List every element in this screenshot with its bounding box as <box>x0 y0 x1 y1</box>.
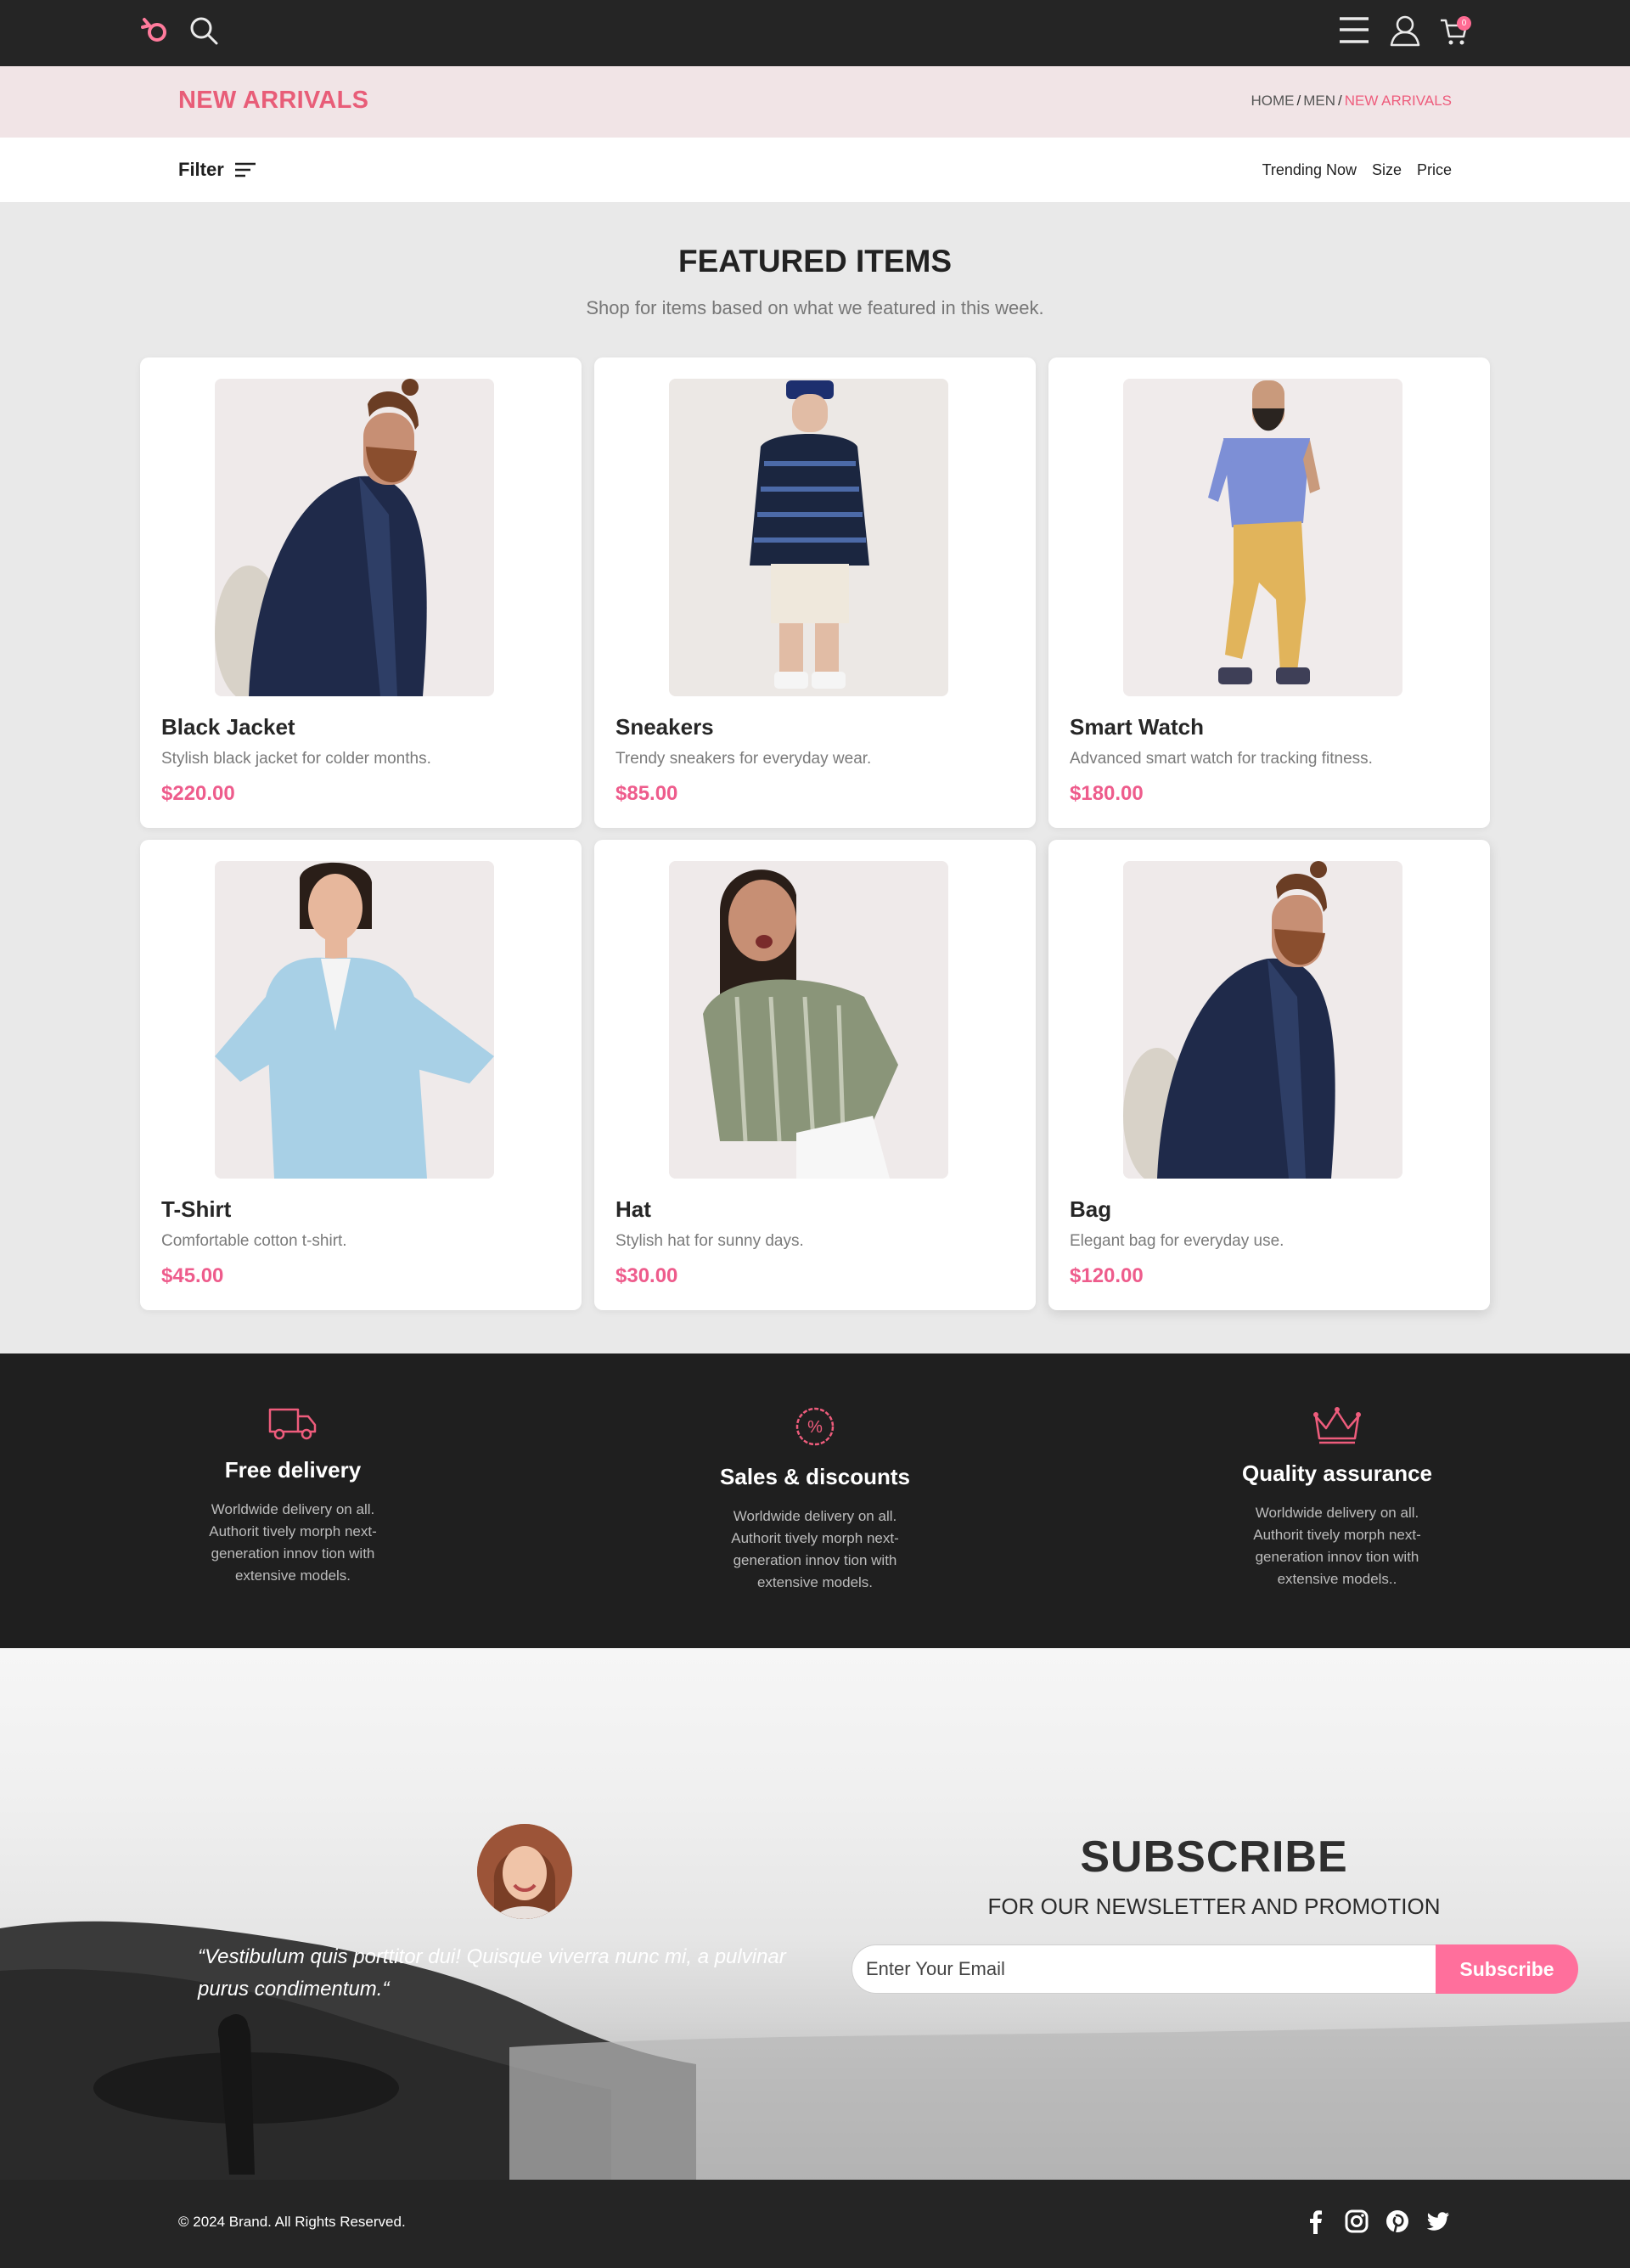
feature-title: Sales & discounts <box>720 1464 910 1489</box>
instagram-icon[interactable] <box>1344 2209 1369 2234</box>
product-image[interactable] <box>215 861 494 1179</box>
product-name[interactable]: Hat <box>615 1196 651 1223</box>
footer: © 2024 Brand. All Rights Reserved. <box>0 2180 1630 2268</box>
product-image[interactable] <box>669 379 948 696</box>
pinterest-icon[interactable] <box>1385 2209 1410 2234</box>
email-input[interactable] <box>852 1944 1446 1994</box>
feature-description: Worldwide delivery on all. Authorit tive… <box>1253 1505 1421 1587</box>
page-banner: NEW ARRIVALS HOME / MEN / NEW ARRIVALS <box>0 66 1630 138</box>
search-icon[interactable] <box>187 14 221 48</box>
sort-options: Trending Now Size Price <box>1262 161 1452 179</box>
subscribe-form: Subscribe <box>852 1944 1578 1994</box>
product-price: $45.00 <box>161 1264 224 1287</box>
product-name[interactable]: Black Jacket <box>161 714 295 740</box>
product-card[interactable]: Sneakers Trendy sneakers for everyday we… <box>594 357 1036 828</box>
product-card[interactable]: Bag Elegant bag for everyday use. $120.0… <box>1048 840 1490 1310</box>
cart-count-badge: 0 <box>1457 16 1471 31</box>
product-price: $220.00 <box>161 782 235 805</box>
product-image[interactable] <box>1123 861 1402 1179</box>
breadcrumb-current: NEW ARRIVALS <box>1344 93 1452 109</box>
filter-lines-icon <box>234 162 256 177</box>
sort-size[interactable]: Size <box>1372 161 1402 179</box>
product-name[interactable]: Sneakers <box>615 714 714 740</box>
product-name[interactable]: Bag <box>1070 1196 1111 1223</box>
subscribe-button[interactable]: Subscribe <box>1436 1944 1578 1994</box>
product-price: $85.00 <box>615 782 678 805</box>
twitter-icon[interactable] <box>1425 2209 1451 2234</box>
product-description: Elegant bag for everyday use. <box>1070 1232 1284 1250</box>
breadcrumb-home[interactable]: HOME <box>1251 93 1294 109</box>
filter-bar: Filter Trending Now Size Price <box>0 138 1630 202</box>
testimonial-avatar <box>477 1824 572 1919</box>
feature-quality-assurance: Quality assurance Worldwide delivery on … <box>1176 1404 1498 1590</box>
crown-icon <box>1313 1407 1361 1444</box>
testimonial-quote: “Vestibulum quis porttitor dui! Quisque … <box>198 1945 786 2001</box>
product-description: Advanced smart watch for tracking fitnes… <box>1070 750 1373 768</box>
product-card[interactable]: T-Shirt Comfortable cotton t-shirt. $45.… <box>140 840 582 1310</box>
product-name[interactable]: T-Shirt <box>161 1196 231 1223</box>
subscribe-subtitle: FOR OUR NEWSLETTER AND PROMOTION <box>987 1894 1441 1919</box>
feature-free-delivery: Free delivery Worldwide delivery on all.… <box>132 1404 454 1587</box>
product-image[interactable] <box>1123 379 1402 696</box>
featured-title: FEATURED ITEMS <box>677 244 953 279</box>
feature-description: Worldwide delivery on all. Authorit tive… <box>731 1508 899 1590</box>
product-image[interactable] <box>215 379 494 696</box>
filter-label: Filter <box>178 159 224 180</box>
user-account-icon[interactable] <box>1388 14 1422 48</box>
product-card[interactable]: Black Jacket Stylish black jacket for co… <box>140 357 582 828</box>
product-description: Trendy sneakers for everyday wear. <box>615 750 872 768</box>
facebook-icon[interactable] <box>1303 2209 1329 2234</box>
product-image[interactable] <box>669 861 948 1179</box>
social-links <box>1303 2209 1451 2234</box>
features-band: Free delivery Worldwide delivery on all.… <box>0 1353 1630 1648</box>
discount-badge-icon: % <box>795 1407 835 1446</box>
product-card[interactable]: Smart Watch Advanced smart watch for tra… <box>1048 357 1490 828</box>
feature-description: Worldwide delivery on all. Authorit tive… <box>209 1501 377 1584</box>
breadcrumb-separator: / <box>1296 93 1301 109</box>
top-navbar: 0 <box>0 0 1630 66</box>
breadcrumb-separator: / <box>1337 93 1342 109</box>
filter-button[interactable]: Filter <box>178 159 256 181</box>
svg-text:%: % <box>807 1418 823 1437</box>
hamburger-menu-icon[interactable] <box>1337 14 1371 48</box>
feature-title: Quality assurance <box>1242 1460 1432 1486</box>
product-card[interactable]: Hat Stylish hat for sunny days. $30.00 <box>594 840 1036 1310</box>
subscribe-title: SUBSCRIBE <box>1080 1832 1348 1882</box>
featured-subtitle: Shop for items based on what we featured… <box>586 297 1044 318</box>
breadcrumb: HOME / MEN / NEW ARRIVALS <box>1251 93 1452 110</box>
sort-price[interactable]: Price <box>1417 161 1452 179</box>
breadcrumb-men[interactable]: MEN <box>1303 93 1335 109</box>
product-price: $30.00 <box>615 1264 678 1287</box>
delivery-truck-icon <box>268 1408 317 1440</box>
product-price: $120.00 <box>1070 1264 1144 1287</box>
product-name[interactable]: Smart Watch <box>1070 714 1204 740</box>
sort-trending-now[interactable]: Trending Now <box>1262 161 1357 179</box>
feature-title: Free delivery <box>224 1457 362 1483</box>
logo-icon[interactable] <box>138 14 171 47</box>
feature-sales-discounts: % Sales & discounts Worldwide delivery o… <box>654 1404 976 1594</box>
copyright-text: © 2024 Brand. All Rights Reserved. <box>178 2214 406 2230</box>
product-description: Comfortable cotton t-shirt. <box>161 1232 347 1250</box>
product-description: Stylish black jacket for colder months. <box>161 750 431 768</box>
product-price: $180.00 <box>1070 782 1144 805</box>
page-title: NEW ARRIVALS <box>178 87 369 114</box>
product-description: Stylish hat for sunny days. <box>615 1232 804 1250</box>
